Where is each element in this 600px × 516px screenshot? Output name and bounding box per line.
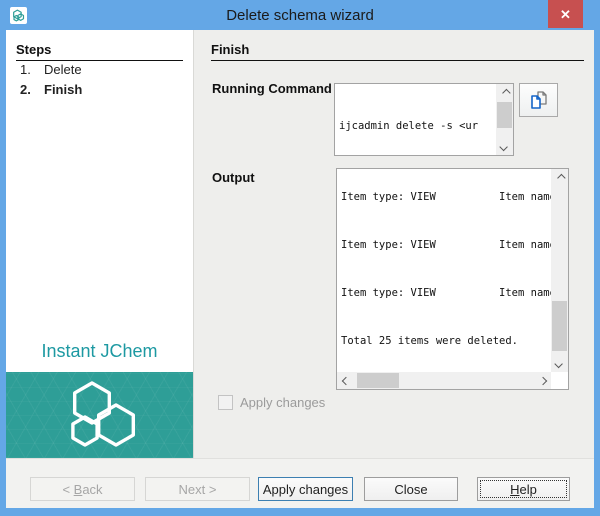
dialog-button-bar: < Back Next > Apply changes Close Help xyxy=(6,458,594,508)
output-label: Output xyxy=(212,170,255,185)
help-button[interactable]: Help xyxy=(477,477,570,501)
output-horizontal-scrollbar[interactable] xyxy=(337,372,551,389)
window-title: Delete schema wizard xyxy=(226,6,374,24)
command-line: ijcadmin delete -s <ur xyxy=(339,120,479,132)
output-textarea[interactable]: Item type: VIEW Item name Item type: VIE… xyxy=(336,168,569,390)
step-number: 2. xyxy=(20,82,31,97)
command-vertical-scrollbar[interactable] xyxy=(496,84,513,155)
step-number: 1. xyxy=(20,62,31,77)
chevron-right-icon xyxy=(538,376,547,385)
titlebar: Delete schema wizard ✕ xyxy=(0,0,600,30)
close-dialog-button[interactable]: Close xyxy=(364,477,458,501)
dialog-content: Steps 1. Delete 2. Finish Instant JChem … xyxy=(6,30,594,458)
scrollbar-left-button[interactable] xyxy=(337,372,354,389)
scrollbar-thumb[interactable] xyxy=(497,102,512,128)
apply-changes-button-label: Apply changes xyxy=(262,481,349,497)
apply-changes-checkbox-row: Apply changes xyxy=(218,395,325,410)
close-icon: ✕ xyxy=(560,6,571,22)
step-item-finish: 2. Finish xyxy=(20,81,193,99)
steps-sidebar: Steps 1. Delete 2. Finish Instant JChem xyxy=(6,30,194,458)
chevron-up-icon xyxy=(501,88,511,97)
next-button[interactable]: Next > xyxy=(145,477,250,501)
scrollbar-up-button[interactable] xyxy=(496,84,513,101)
output-text: Item type: VIEW Item name Item type: VIE… xyxy=(337,169,551,372)
output-line: Item type: VIEW Item name xyxy=(341,287,551,299)
close-button-label: Close xyxy=(394,481,428,497)
scrollbar-thumb[interactable] xyxy=(357,373,399,388)
help-button-label: Help xyxy=(510,481,537,497)
chevron-left-icon xyxy=(341,376,350,385)
step-item-delete: 1. Delete xyxy=(20,61,193,79)
scrollbar-thumb[interactable] xyxy=(552,301,567,351)
delete-schema-wizard-window: Delete schema wizard ✕ Steps 1. Delete 2… xyxy=(0,0,600,516)
chevron-down-icon xyxy=(553,359,563,368)
copy-command-button[interactable] xyxy=(519,83,558,117)
scrollbar-down-button[interactable] xyxy=(551,355,568,372)
running-command-textarea[interactable]: ijcadmin delete -s <ur l> -u <usr> -p <p… xyxy=(334,83,514,156)
brand-name: Instant JChem xyxy=(41,341,158,361)
step-label: Finish xyxy=(44,82,83,97)
app-icon xyxy=(10,7,27,24)
step-label: Delete xyxy=(44,62,82,77)
running-command-label: Running Command xyxy=(212,81,332,96)
apply-changes-button[interactable]: Apply changes xyxy=(258,477,353,501)
steps-header: Steps xyxy=(16,42,183,61)
finish-panel: Finish Running Command ijcadmin delete -… xyxy=(194,30,594,458)
scrollbar-up-button[interactable] xyxy=(551,169,568,186)
output-line: Total 25 items were deleted. xyxy=(341,335,519,347)
close-button[interactable]: ✕ xyxy=(548,0,583,28)
back-button-label: < Back xyxy=(62,481,103,497)
panel-header: Finish xyxy=(211,42,584,61)
output-vertical-scrollbar[interactable] xyxy=(551,169,568,372)
scrollbar-right-button[interactable] xyxy=(534,372,551,389)
hexagon-cluster-logo-icon xyxy=(70,381,135,447)
copy-icon xyxy=(530,91,547,109)
chevron-down-icon xyxy=(498,142,508,151)
output-line: Item type: VIEW Item name xyxy=(341,191,551,203)
running-command-text: ijcadmin delete -s <ur l> -u <usr> -p <p… xyxy=(335,84,496,155)
scrollbar-down-button[interactable] xyxy=(496,138,513,155)
next-button-label: Next > xyxy=(178,481,217,497)
back-button[interactable]: < Back xyxy=(30,477,135,501)
apply-changes-checkbox[interactable] xyxy=(218,395,233,410)
brand-logo-panel xyxy=(6,372,193,458)
output-line: Item type: VIEW Item name xyxy=(341,239,551,251)
chevron-up-icon xyxy=(556,173,566,182)
apply-changes-checkbox-label: Apply changes xyxy=(240,395,326,410)
